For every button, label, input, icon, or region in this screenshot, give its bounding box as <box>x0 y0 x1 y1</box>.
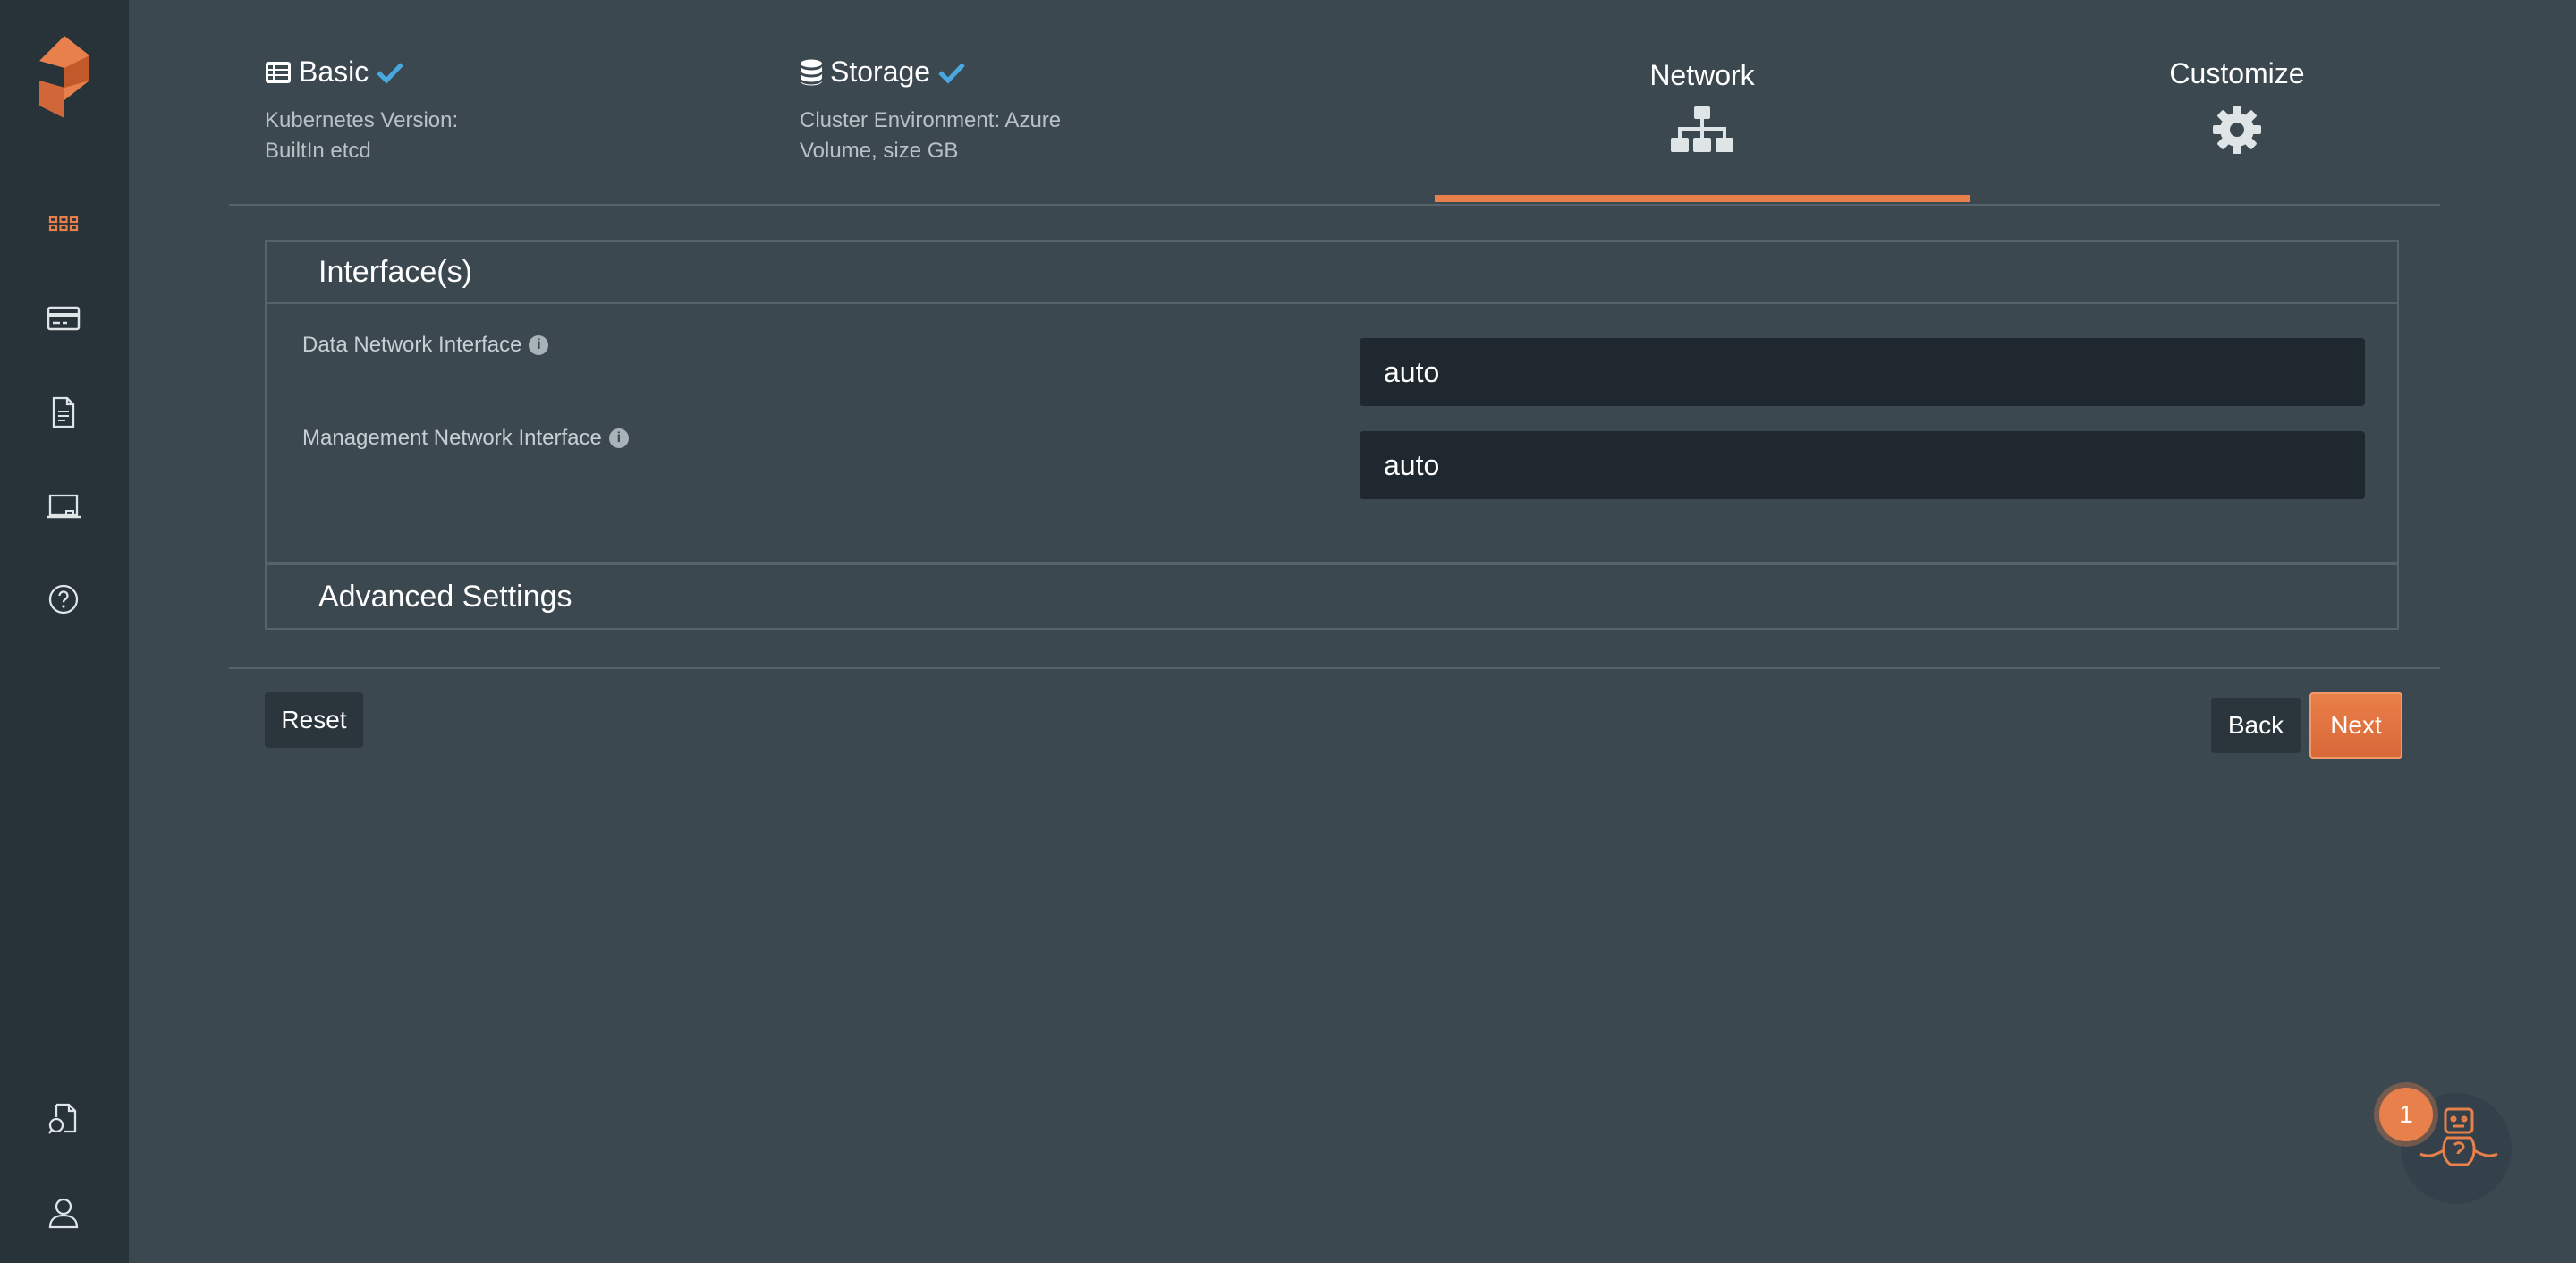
interfaces-panel-header[interactable]: Interface(s) <box>267 242 2397 302</box>
advanced-settings-header[interactable]: Advanced Settings <box>267 565 2397 628</box>
step-title: Storage <box>830 55 931 88</box>
footer-divider <box>229 667 2440 669</box>
database-icon <box>801 59 822 85</box>
step-basic[interactable]: Basic Kubernetes Version: BuiltIn etcd <box>229 0 764 204</box>
main-content: Basic Kubernetes Version: BuiltIn etcd S… <box>129 0 2576 1263</box>
back-button[interactable]: Back <box>2211 698 2301 753</box>
management-network-interface-input[interactable]: auto <box>1360 431 2365 499</box>
list-icon <box>266 61 291 83</box>
panel-title: Advanced Settings <box>318 579 572 614</box>
docs-icon[interactable] <box>41 1097 86 1141</box>
field-value: auto <box>1384 355 1440 388</box>
step-title: Network <box>1649 59 1755 91</box>
sidebar <box>0 0 129 1263</box>
gear-icon <box>2213 106 2261 154</box>
laptop-icon[interactable] <box>41 484 86 529</box>
step-description: Cluster Environment: Azure <box>800 108 1062 132</box>
active-step-indicator <box>1435 195 1970 202</box>
card-icon[interactable] <box>41 296 86 341</box>
step-description: Kubernetes Version: <box>265 108 459 132</box>
interfaces-panel-body: Data Network Interface i auto Management… <box>267 302 2397 564</box>
step-network[interactable]: Network <box>1435 0 1970 204</box>
step-description: Volume, size GB <box>800 139 959 163</box>
notification-badge[interactable]: 1 <box>2379 1088 2433 1141</box>
wizard-stepper: Basic Kubernetes Version: BuiltIn etcd S… <box>229 0 2440 206</box>
step-title: Customize <box>2169 57 2305 89</box>
step-storage[interactable]: Storage Cluster Environment: Azure Volum… <box>764 0 1299 204</box>
sitemap-icon <box>1671 106 1733 152</box>
panel-title: Interface(s) <box>318 254 472 289</box>
check-icon <box>377 62 404 84</box>
field-value: auto <box>1384 448 1440 481</box>
check-icon <box>938 62 965 84</box>
management-network-interface-label: Management Network Interface i <box>302 426 629 451</box>
document-icon[interactable] <box>41 390 86 435</box>
info-icon[interactable]: i <box>608 428 629 448</box>
field-label-text: Data Network Interface <box>302 333 522 357</box>
help-icon[interactable] <box>41 577 86 622</box>
reset-button[interactable]: Reset <box>265 692 363 748</box>
brand-logo[interactable] <box>39 36 89 118</box>
field-label-text: Management Network Interface <box>302 426 602 450</box>
data-network-interface-input[interactable]: auto <box>1360 338 2365 406</box>
step-title: Basic <box>299 55 369 88</box>
interfaces-panel: Interface(s) Data Network Interface i au… <box>265 240 2399 564</box>
step-customize[interactable]: Customize <box>1970 0 2504 204</box>
advanced-settings-panel[interactable]: Advanced Settings <box>265 564 2399 630</box>
step-description: BuiltIn etcd <box>265 139 371 163</box>
next-button[interactable]: Next <box>2309 692 2402 759</box>
info-icon[interactable]: i <box>529 335 549 355</box>
user-icon[interactable] <box>41 1191 86 1235</box>
data-network-interface-label: Data Network Interface i <box>302 333 549 358</box>
dashboard-grid-icon[interactable] <box>41 201 86 246</box>
